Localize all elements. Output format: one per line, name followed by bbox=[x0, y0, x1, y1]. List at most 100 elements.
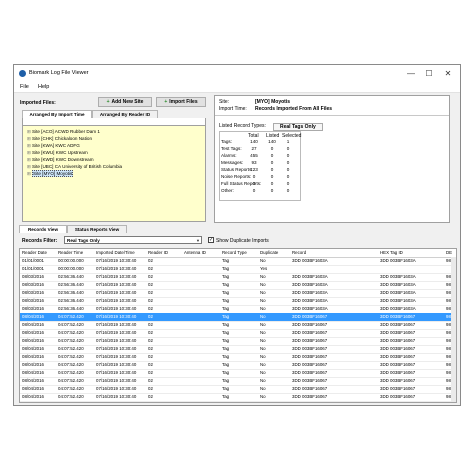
table-cell: 3DD 003BF16067 bbox=[380, 314, 416, 319]
table-cell: 07/16/2019 10:30:40 bbox=[96, 386, 137, 391]
column-header[interactable]: HEX Tag ID bbox=[380, 250, 403, 255]
plus-icon: + bbox=[106, 99, 110, 105]
stat-total: 93 bbox=[251, 160, 257, 165]
table-cell: 3DD 003BF1603A bbox=[380, 306, 416, 311]
menu-file[interactable]: File bbox=[20, 84, 29, 90]
tree-item-site[interactable]: ⊞Site [KWD] KWC Downstream bbox=[27, 157, 94, 164]
menu-help[interactable]: Help bbox=[38, 84, 49, 90]
table-cell: 02 bbox=[148, 330, 153, 335]
stat-selected: 0 bbox=[286, 153, 290, 158]
column-header[interactable]: Record bbox=[292, 250, 306, 255]
table-cell: 3DD 003BF1603A bbox=[380, 258, 416, 263]
table-cell: 3DD 003BF1603A bbox=[292, 290, 328, 295]
summary-panel: Site: [MYO] Moyotis Import Time: Records… bbox=[214, 95, 450, 223]
tree-item-site[interactable]: ⊞Site [CHK] Chickaloon Nation bbox=[27, 136, 92, 143]
table-cell: 07/16/2019 10:30:40 bbox=[96, 354, 137, 359]
table-cell: 02 bbox=[148, 338, 153, 343]
maximize-icon[interactable]: ☐ bbox=[422, 68, 436, 79]
table-cell: 04:07:52.420 bbox=[58, 386, 84, 391]
tab-records-view[interactable]: Records View bbox=[19, 225, 67, 233]
table-cell: 02:56:36.440 bbox=[58, 282, 84, 287]
table-cell: Tag bbox=[222, 330, 230, 335]
table-cell: No bbox=[260, 346, 266, 351]
table-cell: No bbox=[260, 378, 266, 383]
table-cell: Tag bbox=[222, 338, 230, 343]
stat-selected: 0 bbox=[286, 181, 290, 186]
table-cell: 08/04/2016 bbox=[22, 346, 44, 351]
vertical-scrollbar[interactable] bbox=[451, 257, 456, 402]
table-cell: 04:07:52.420 bbox=[58, 322, 84, 327]
table-cell: 02 bbox=[148, 266, 153, 271]
table-cell: 04:07:52.420 bbox=[58, 346, 84, 351]
table-cell: 07/16/2019 10:30:40 bbox=[96, 266, 137, 271]
column-header[interactable]: Antenna ID bbox=[184, 250, 206, 255]
table-cell: No bbox=[260, 370, 266, 375]
table-cell: 3DD 003BF16067 bbox=[292, 346, 328, 351]
table-cell: Tag bbox=[222, 370, 230, 375]
table-cell: 3DD 003BF1603A bbox=[380, 298, 416, 303]
title-bar[interactable]: Biomark Log File Viewer — ☐ ✕ bbox=[14, 65, 460, 83]
menu-bar: File Help bbox=[14, 83, 460, 93]
column-header[interactable]: Imported Date/Time bbox=[96, 250, 135, 255]
tab-arranged-by-reader-id[interactable]: Arranged By Reader ID bbox=[92, 110, 158, 118]
table-cell: 3DD 003BF16067 bbox=[380, 394, 416, 399]
tree-item-site-selected[interactable]: ⊞ Site [MYO] Moyotis bbox=[27, 170, 74, 178]
tab-arranged-by-import-time[interactable]: Arranged By Import Time bbox=[22, 110, 92, 118]
records-filter-label: Records Filter: bbox=[22, 238, 58, 244]
column-header[interactable]: Record Type bbox=[222, 250, 247, 255]
stat-label: Messages: bbox=[221, 160, 244, 165]
table-cell: 08/04/2016 bbox=[22, 322, 44, 327]
stat-total: 123 bbox=[250, 167, 258, 172]
table-cell: 08/04/2016 bbox=[22, 386, 44, 391]
column-header[interactable]: Reader Date bbox=[22, 250, 47, 255]
show-duplicates-checkbox[interactable]: ✓ bbox=[208, 237, 214, 243]
table-cell: 3DD 003BF1603A bbox=[380, 282, 416, 287]
stat-total: 0 bbox=[252, 188, 256, 193]
table-cell: 07/16/2019 10:30:40 bbox=[96, 290, 137, 295]
table-cell: 04:07:52.420 bbox=[58, 378, 84, 383]
minimize-icon[interactable]: — bbox=[404, 68, 418, 79]
import-files-button[interactable]: + Import Files bbox=[156, 97, 206, 107]
table-cell: 02 bbox=[148, 290, 153, 295]
tab-status-reports-view[interactable]: Status Reports View bbox=[67, 225, 127, 233]
table-cell: 02 bbox=[148, 354, 153, 359]
close-icon[interactable]: ✕ bbox=[441, 68, 455, 79]
table-cell: 02:56:36.440 bbox=[58, 306, 84, 311]
tree-item-site[interactable]: ⊞Site [KWU] KWC Upstream bbox=[27, 150, 88, 157]
tree-item-site[interactable]: ⊞Site [ACO] ACWD Rubber Dam 1 bbox=[27, 129, 100, 136]
listed-record-types-value: Real Tags Only bbox=[273, 123, 323, 131]
stat-selected: 0 bbox=[286, 160, 290, 165]
table-cell: 04:07:52.420 bbox=[58, 354, 84, 359]
table-cell: 3DD 003BF16067 bbox=[292, 322, 328, 327]
column-header[interactable]: Reader ID bbox=[148, 250, 168, 255]
table-cell: 02:56:36.440 bbox=[58, 298, 84, 303]
table-cell: Tag bbox=[222, 362, 230, 367]
table-cell: 02 bbox=[148, 298, 153, 303]
table-row[interactable]: 08/04/2016 04:07:52.420 07/16/2019 10:30:4… bbox=[20, 393, 456, 402]
column-header[interactable]: DE bbox=[446, 250, 452, 255]
table-cell: 07/16/2019 10:30:40 bbox=[96, 298, 137, 303]
table-cell: No bbox=[260, 354, 266, 359]
table-cell: Tag bbox=[222, 306, 230, 311]
table-cell: 02 bbox=[148, 362, 153, 367]
table-cell: 3DD 003BF16067 bbox=[380, 322, 416, 327]
table-cell: 3DD 003BF16067 bbox=[380, 370, 416, 375]
table-cell: 3DD 003BF16067 bbox=[380, 354, 416, 359]
table-cell: 02 bbox=[148, 314, 153, 319]
table-cell: 3DD 003BF16067 bbox=[380, 362, 416, 367]
column-header[interactable]: Reader Time bbox=[58, 250, 83, 255]
table-cell: 01/01/0001 bbox=[22, 266, 44, 271]
column-header[interactable]: Duplicate bbox=[260, 250, 278, 255]
add-new-site-button[interactable]: + Add New Site bbox=[98, 97, 152, 107]
table-cell: 02:56:36.440 bbox=[58, 274, 84, 279]
table-cell: No bbox=[260, 386, 266, 391]
site-label: Site: bbox=[219, 99, 230, 105]
table-cell: 08/04/2016 bbox=[22, 370, 44, 375]
records-filter-select[interactable]: Real Tags Only ▼ bbox=[64, 236, 202, 244]
tree-item-site[interactable]: ⊞Site [KWA] KWC ADFG bbox=[27, 143, 80, 150]
table-cell: 07/16/2019 10:30:40 bbox=[96, 370, 137, 375]
import-files-label: Import Files bbox=[169, 99, 198, 105]
table-cell: 3DD 003BF1603A bbox=[380, 290, 416, 295]
table-cell: 08/04/2016 bbox=[22, 330, 44, 335]
table-cell: 08/04/2016 bbox=[22, 354, 44, 359]
